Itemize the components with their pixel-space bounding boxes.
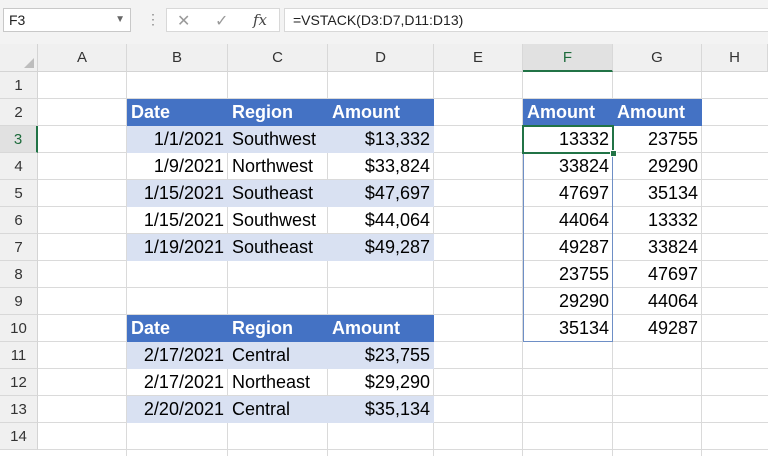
table2-region-cell[interactable]: Central <box>228 342 328 369</box>
name-box-value: F3 <box>9 12 26 28</box>
more-options-icon[interactable]: ⋮ <box>146 11 160 27</box>
result-g-cell[interactable]: 29290 <box>613 153 702 180</box>
table2-header-region[interactable]: Region <box>228 315 328 342</box>
table1-date-cell[interactable]: 1/19/2021 <box>127 234 228 261</box>
result-f-cell[interactable]: 29290 <box>523 288 613 315</box>
column-header-b[interactable]: B <box>127 44 228 72</box>
formula-input[interactable]: =VSTACK(D3:D7,D11:D13) <box>284 8 768 32</box>
result-f-cell[interactable]: 35134 <box>523 315 613 342</box>
table2-date-cell[interactable]: 2/17/2021 <box>127 369 228 396</box>
row-header-3[interactable]: 3 <box>0 126 38 153</box>
table2-amount-cell[interactable]: $23,755 <box>328 342 434 369</box>
table1-amount-cell[interactable]: $13,332 <box>328 126 434 153</box>
worksheet-grid: A B C D E F G H 1 2 3 4 5 6 7 8 9 10 11 … <box>0 44 768 456</box>
table1-date-cell[interactable]: 1/15/2021 <box>127 180 228 207</box>
table1-date-cell[interactable]: 1/15/2021 <box>127 207 228 234</box>
gridline <box>38 449 768 450</box>
result-f-cell[interactable]: 13332 <box>523 126 613 153</box>
result-g-cell[interactable]: 33824 <box>613 234 702 261</box>
row-header-2[interactable]: 2 <box>0 99 38 126</box>
table2-region-cell[interactable]: Northeast <box>228 369 328 396</box>
column-header-e[interactable]: E <box>434 44 523 72</box>
column-header-d[interactable]: D <box>328 44 434 72</box>
row-header-6[interactable]: 6 <box>0 207 38 234</box>
row-header-5[interactable]: 5 <box>0 180 38 207</box>
row-header-14[interactable]: 14 <box>0 423 38 450</box>
table1-region-cell[interactable]: Southeast <box>228 180 328 207</box>
result-f-cell[interactable]: 49287 <box>523 234 613 261</box>
table1-header-amount[interactable]: Amount <box>328 99 434 126</box>
table1-amount-cell[interactable]: $44,064 <box>328 207 434 234</box>
row-header-7[interactable]: 7 <box>0 234 38 261</box>
result-g-cell[interactable]: 49287 <box>613 315 702 342</box>
table1-amount-cell[interactable]: $49,287 <box>328 234 434 261</box>
table1-region-cell[interactable]: Southeast <box>228 234 328 261</box>
formula-bar: F3 ▼ ⋮ ✕ ✓ fx =VSTACK(D3:D7,D11:D13) <box>0 0 768 44</box>
table2-header-date[interactable]: Date <box>127 315 228 342</box>
select-all-button[interactable] <box>0 44 38 72</box>
result-f-cell[interactable]: 47697 <box>523 180 613 207</box>
enter-icon[interactable]: ✓ <box>215 11 228 31</box>
cancel-icon[interactable]: ✕ <box>177 11 190 31</box>
table1-header-date[interactable]: Date <box>127 99 228 126</box>
row-header-11[interactable]: 11 <box>0 342 38 369</box>
column-header-c[interactable]: C <box>228 44 328 72</box>
table1-region-cell[interactable]: Southwest <box>228 207 328 234</box>
table1-amount-cell[interactable]: $33,824 <box>328 153 434 180</box>
result-g-cell[interactable]: 44064 <box>613 288 702 315</box>
table1-region-cell[interactable]: Northwest <box>228 153 328 180</box>
result-f-cell[interactable]: 44064 <box>523 207 613 234</box>
table2-header-amount[interactable]: Amount <box>328 315 434 342</box>
table1-region-cell[interactable]: Southwest <box>228 126 328 153</box>
table2-amount-cell[interactable]: $35,134 <box>328 396 434 423</box>
table2-amount-cell[interactable]: $29,290 <box>328 369 434 396</box>
row-header-8[interactable]: 8 <box>0 261 38 288</box>
result-g-cell[interactable]: 13332 <box>613 207 702 234</box>
column-header-f[interactable]: F <box>523 44 613 72</box>
row-header-1[interactable]: 1 <box>0 72 38 99</box>
result-f-cell[interactable]: 33824 <box>523 153 613 180</box>
table1-header-region[interactable]: Region <box>228 99 328 126</box>
row-header-12[interactable]: 12 <box>0 369 38 396</box>
table2-region-cell[interactable]: Central <box>228 396 328 423</box>
row-header-10[interactable]: 10 <box>0 315 38 342</box>
table1-date-cell[interactable]: 1/1/2021 <box>127 126 228 153</box>
result-header-g[interactable]: Amount <box>613 99 702 126</box>
result-g-cell[interactable]: 47697 <box>613 261 702 288</box>
column-header-g[interactable]: G <box>613 44 702 72</box>
table2-date-cell[interactable]: 2/20/2021 <box>127 396 228 423</box>
result-g-cell[interactable]: 23755 <box>613 126 702 153</box>
chevron-down-icon[interactable]: ▼ <box>115 9 125 31</box>
result-g-cell[interactable]: 35134 <box>613 180 702 207</box>
row-header-9[interactable]: 9 <box>0 288 38 315</box>
row-header-13[interactable]: 13 <box>0 396 38 423</box>
name-box[interactable]: F3 ▼ <box>3 8 131 32</box>
table1-date-cell[interactable]: 1/9/2021 <box>127 153 228 180</box>
column-header-a[interactable]: A <box>38 44 127 72</box>
fill-handle[interactable] <box>610 150 617 157</box>
row-header-4[interactable]: 4 <box>0 153 38 180</box>
result-f-cell[interactable]: 23755 <box>523 261 613 288</box>
result-header-f[interactable]: Amount <box>523 99 613 126</box>
table1-amount-cell[interactable]: $47,697 <box>328 180 434 207</box>
formula-buttons: ✕ ✓ fx <box>166 8 280 32</box>
table2-date-cell[interactable]: 2/17/2021 <box>127 342 228 369</box>
column-header-h[interactable]: H <box>702 44 768 72</box>
insert-function-icon[interactable]: fx <box>253 11 267 29</box>
